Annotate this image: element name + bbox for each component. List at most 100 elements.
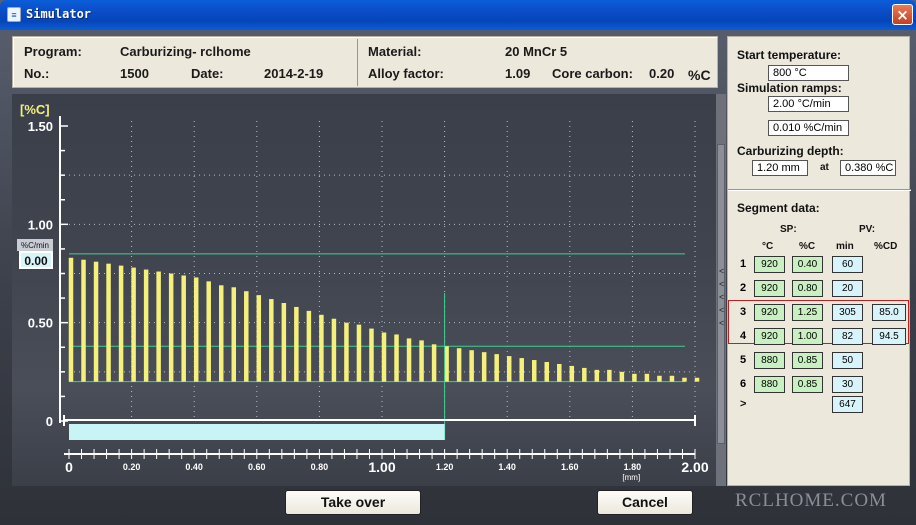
carbon-bar	[644, 373, 650, 382]
segment-minutes-cell[interactable]: 20	[832, 280, 863, 297]
date-value: 2014-2-19	[264, 66, 324, 81]
carbon-bar	[344, 322, 349, 382]
carbon-bar	[143, 269, 149, 382]
program-info-panel: Program: Carburizing- rclhome No.: 1500 …	[12, 36, 718, 88]
segment-carbon-cell[interactable]: 1.25	[792, 304, 823, 321]
segment-minutes-cell[interactable]: 82	[832, 328, 863, 345]
carbon-bar	[657, 375, 662, 382]
carbon-bar	[68, 257, 74, 382]
collapse-arrow-icon[interactable]: <	[719, 305, 724, 315]
carbon-bar	[569, 365, 575, 382]
carbon-bar	[81, 259, 86, 382]
window-title: Simulator	[26, 7, 92, 21]
segment-temp-cell[interactable]: 920	[754, 328, 785, 345]
x-tick-label: 0	[65, 459, 73, 475]
sp-label: SP:	[780, 224, 797, 235]
segment-temp-cell[interactable]: 920	[754, 280, 785, 297]
segment-carbon-cell[interactable]: 0.40	[792, 256, 823, 273]
carbon-bar	[669, 375, 675, 382]
segment-minutes-cell[interactable]: 30	[832, 376, 863, 393]
program-label: Program:	[24, 44, 82, 59]
segment-temp-cell[interactable]: 880	[754, 376, 785, 393]
no-label: No.:	[24, 66, 50, 81]
segment-temp-cell[interactable]: 880	[754, 352, 785, 369]
segment-minutes-cell[interactable]: 50	[832, 352, 863, 369]
x-axis-label: [mm]	[622, 473, 640, 482]
total-minutes-cell: 647	[832, 396, 863, 413]
col-cd-header: %CD	[874, 241, 898, 252]
take-over-button[interactable]: Take over	[285, 490, 421, 515]
y-tick-label: 0	[46, 414, 53, 429]
carbon-bar	[419, 340, 424, 382]
rate-label: %C/min	[21, 241, 49, 250]
carbon-bar	[594, 369, 600, 382]
chart-svg: 0 0.50 1.00 1.50 [%C] %C/min 0.00 0 0.20 0.40 0.60…	[17, 102, 709, 482]
x-tick-label: 0.20	[123, 462, 141, 472]
carbon-bar	[156, 271, 161, 382]
col-carbon-header: %C	[799, 241, 816, 252]
collapse-arrow-icon[interactable]: <	[719, 292, 724, 302]
collapse-arrow-icon[interactable]: <	[719, 318, 724, 328]
carbon-bar	[607, 369, 612, 382]
carbon-bar	[269, 299, 274, 382]
alloy-value: 1.09	[505, 66, 531, 81]
at-label: at	[820, 162, 829, 173]
carbon-bar	[456, 348, 462, 382]
close-button[interactable]: ×	[892, 4, 913, 25]
carbon-profile-chart: 0 0.50 1.00 1.50 [%C] %C/min 0.00 0 0.20 0.40 0.60…	[12, 94, 716, 486]
temp-ramp-field[interactable]: 2.00 °C/min	[768, 96, 849, 112]
segment-carbon-cell[interactable]: 0.80	[792, 280, 823, 297]
chart-scrollbar[interactable]	[716, 94, 726, 486]
segment-number: 3	[740, 306, 747, 318]
carbon-bar	[131, 267, 136, 382]
segment-temp-cell[interactable]: 920	[754, 256, 785, 273]
carbon-bar	[181, 275, 186, 382]
depth-carbon-field[interactable]: 0.380 %C	[840, 160, 896, 176]
program-value: Carburizing- rclhome	[120, 44, 251, 59]
carbon-bar	[256, 295, 262, 382]
date-label: Date:	[191, 66, 224, 81]
carbon-bar	[294, 306, 299, 382]
x-tick-label: 0.60	[248, 462, 266, 472]
carbon-bar	[506, 356, 512, 382]
start-temp-field[interactable]: 800 °C	[768, 65, 849, 81]
collapse-arrow-icon[interactable]: <	[719, 266, 724, 276]
cancel-button[interactable]: Cancel	[597, 490, 693, 515]
carbon-bar	[369, 328, 374, 382]
y-axis-label: [%C]	[20, 102, 50, 117]
segment-minutes-cell[interactable]: 305	[832, 304, 863, 321]
carbon-ramp-field[interactable]: 0.010 %C/min	[768, 120, 849, 136]
segment-carbon-cell[interactable]: 1.00	[792, 328, 823, 345]
collapse-arrow-icon[interactable]: <	[719, 279, 724, 289]
carbon-bar	[406, 338, 412, 382]
title-bar[interactable]: ≡ Simulator ×	[0, 0, 916, 30]
segment-number: 6	[740, 378, 747, 390]
col-min-header: min	[836, 241, 854, 252]
segment-pv-cell: 85.0	[872, 304, 906, 321]
core-carbon-unit: %C	[688, 67, 711, 83]
segment-temp-cell[interactable]: 920	[754, 304, 785, 321]
col-temp-header: °C	[762, 241, 774, 252]
simulator-window: ≡ Simulator × Program: Carburizing- rclh…	[0, 0, 916, 525]
carbon-bar	[193, 277, 199, 382]
x-tick-label: 1.60	[561, 462, 579, 472]
carbon-bar	[619, 371, 625, 382]
segment-number: 2	[740, 282, 747, 294]
depth-field[interactable]: 1.20 mm	[752, 160, 808, 176]
core-carbon-label: Core carbon:	[552, 66, 633, 81]
info-divider	[357, 39, 358, 86]
carbon-bar	[431, 344, 437, 382]
segment-minutes-cell[interactable]: 60	[832, 256, 863, 273]
rate-value: 0.00	[24, 254, 48, 268]
x-tick-label: 1.00	[368, 459, 395, 475]
segment-carbon-cell[interactable]: 0.85	[792, 376, 823, 393]
carbon-bar	[557, 363, 562, 382]
carbon-bar	[632, 373, 637, 382]
segment-number: 4	[740, 330, 747, 342]
segment-number: 5	[740, 354, 747, 366]
carbon-bar	[356, 324, 362, 382]
core-carbon-value: 0.20	[649, 66, 675, 81]
carbon-bar	[106, 263, 111, 382]
segment-carbon-cell[interactable]: 0.85	[792, 352, 823, 369]
carbon-bar	[531, 360, 537, 382]
